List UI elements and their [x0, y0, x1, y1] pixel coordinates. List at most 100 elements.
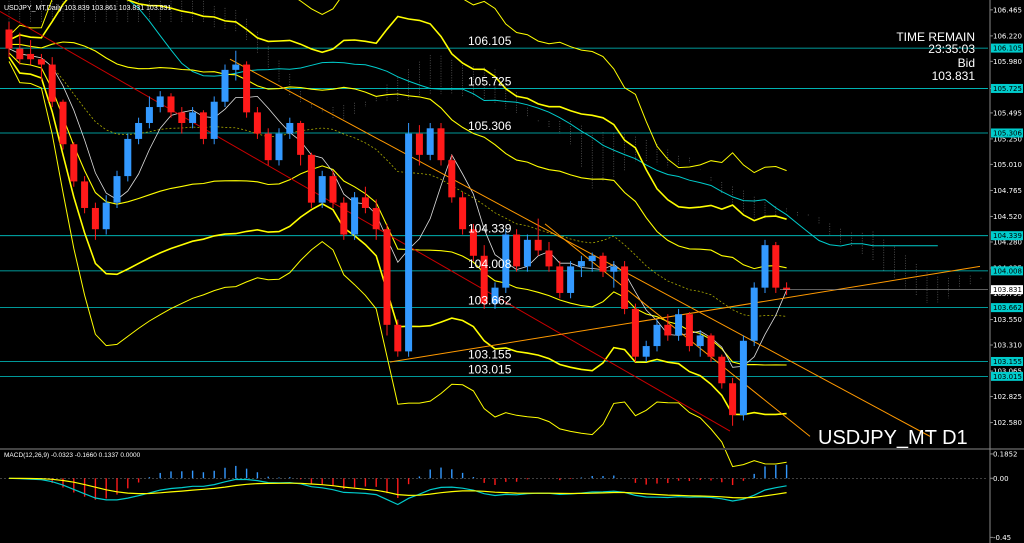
time-remain-value: 23:35:03 [928, 42, 975, 56]
axis-price-tag-label: 103.015 [993, 373, 1022, 381]
candle-body [243, 64, 251, 113]
candle-body [426, 128, 434, 155]
candle-body [102, 202, 110, 230]
candle-body [685, 314, 693, 347]
candle-body [37, 59, 45, 65]
candle-body [286, 122, 294, 134]
candle-body [739, 340, 747, 416]
trend-line-orange-down [229, 58, 931, 437]
candle-body [189, 112, 197, 123]
candle-body [405, 133, 413, 352]
bid-value: 103.831 [932, 69, 976, 83]
candle-body [145, 107, 153, 123]
candle-body [297, 122, 305, 155]
candle-body [5, 29, 13, 49]
axis-tick-label: 104.765 [993, 187, 1022, 195]
candle-body [372, 207, 380, 230]
candle-body [588, 255, 596, 262]
candle-body [70, 144, 78, 182]
macd-panel: 0.1852 0.00 -0.45 [0, 450, 1018, 542]
price-axis: 106.465106.220105.980105.725105.495105.2… [0, 0, 1024, 543]
candle-body [545, 250, 553, 267]
candle-body [513, 234, 521, 267]
level-label: 103.662 [468, 294, 512, 308]
candle-body [361, 197, 369, 208]
macd-title: MACD(12,26,9) -0.0323 -0.1660 0.1337 0.0… [4, 452, 141, 459]
candle-body [729, 383, 737, 416]
axis-tick-label: 105.010 [993, 161, 1022, 169]
candle-body [16, 48, 24, 60]
candle-body [631, 308, 639, 357]
candle-body [707, 335, 715, 357]
candle-body [394, 324, 402, 352]
candle-body [567, 266, 575, 293]
level-labels: 106.105 105.725 105.306 104.339 104.008 103.6… [468, 34, 512, 376]
axis-price-tag-label: 103.831 [993, 286, 1022, 294]
candle-body [27, 53, 35, 60]
axis-price-tag-label: 104.008 [993, 267, 1022, 275]
bollinger-upper [8, 0, 787, 222]
candle-body [124, 138, 132, 177]
candle-body [275, 133, 283, 161]
axis-price-tag-label: 104.339 [993, 232, 1022, 240]
candle-body [599, 255, 607, 272]
bid-label: Bid [958, 56, 975, 70]
level-label: 105.306 [468, 119, 512, 133]
candle-body [329, 176, 337, 203]
candle-body [59, 101, 67, 145]
candle-body [675, 314, 683, 336]
candle-body [210, 101, 218, 139]
level-label: 106.105 [468, 34, 512, 48]
axis-price-tag-label: 103.662 [993, 304, 1022, 312]
level-lines [0, 47, 988, 377]
candle-body [577, 261, 585, 267]
candle-body [772, 245, 780, 288]
axis-price-tag-label: 105.725 [993, 85, 1022, 93]
candle-body [415, 133, 423, 155]
candle-body [459, 197, 467, 230]
candle-body [232, 64, 240, 70]
level-label: 104.008 [468, 257, 512, 271]
candle-body [221, 69, 229, 102]
candle-body [556, 266, 564, 293]
axis-tick-label: 102.825 [993, 393, 1022, 401]
axis-tick-label: 105.980 [993, 58, 1022, 66]
candle-body [621, 266, 629, 309]
candle-body [178, 112, 186, 123]
candle-body [534, 239, 542, 251]
candle-body [523, 239, 531, 267]
candle-body [113, 176, 121, 203]
symbol-watermark: USDJPY_MT D1 [818, 427, 968, 449]
candle-body [718, 356, 726, 384]
candle-body [81, 181, 89, 208]
level-label: 104.339 [468, 222, 512, 236]
candle-body [351, 197, 359, 235]
axis-tick-label: 106.220 [993, 32, 1022, 40]
moving-average [8, 48, 787, 368]
candle-body [642, 346, 650, 357]
candle-body [383, 229, 391, 325]
candle-body [653, 324, 661, 347]
macd-axis-label: 0.00 [993, 475, 1009, 483]
macd-axis-label: -0.45 [993, 534, 1011, 542]
candle-body [761, 245, 769, 288]
candle-body [167, 96, 175, 113]
axis-tick-label: 106.465 [993, 6, 1022, 14]
level-label: 103.015 [468, 362, 512, 376]
candle-body [696, 335, 704, 347]
bollinger-lower [8, 61, 787, 468]
candle-body [610, 266, 618, 272]
axis-tick-label: 102.580 [993, 419, 1022, 427]
candle-body [664, 324, 672, 336]
candle-body [264, 133, 272, 161]
candle-body [48, 64, 56, 102]
price-chart[interactable]: 106.465106.220105.980105.725105.495105.2… [0, 0, 1024, 543]
candle-body [307, 154, 315, 203]
candle-body [253, 112, 261, 134]
axis-tick-label: 104.520 [993, 213, 1022, 221]
candle-body [437, 128, 445, 161]
candle-body [156, 96, 164, 108]
cloud-line [127, 0, 938, 247]
candle-body [750, 287, 758, 341]
axis-tick-label: 105.495 [993, 109, 1022, 117]
